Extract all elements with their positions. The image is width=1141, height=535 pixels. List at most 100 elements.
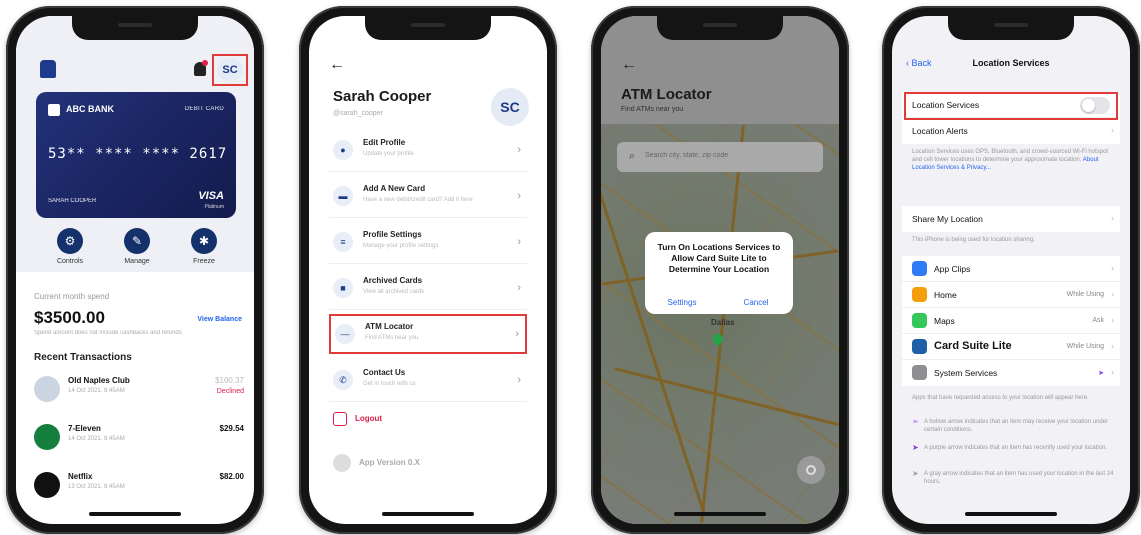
phone-profile: ← Sarah Cooper @sarah_cooper SC ● Edit P… — [299, 6, 557, 534]
row-label: Home — [934, 290, 957, 300]
table-row[interactable]: 7-Eleven 14 Oct 2021, 9:45AM $29.54 — [34, 422, 244, 456]
home-indicator[interactable] — [965, 512, 1057, 516]
row-label: App Clips — [934, 264, 971, 274]
home-indicator[interactable] — [674, 512, 766, 516]
table-row[interactable]: Old Naples Club 14 Oct 2021, 9:45AM $100… — [34, 374, 244, 408]
menu-title: Archived Cards — [363, 276, 423, 285]
atm-icon: — — [335, 324, 355, 344]
txn-date: 13 Oct 2021, 9:45AM — [68, 484, 125, 490]
location-services-screen: ‹ Back Location Services Location Servic… — [892, 16, 1130, 524]
menu-title: Add A New Card — [363, 184, 426, 193]
info-text: Location Services uses GPS, Bluetooth, a… — [912, 149, 1109, 163]
avatar[interactable]: SC — [217, 59, 243, 81]
menu-item-profile-settings[interactable]: ≡ Profile Settings Manage your profile s… — [329, 224, 527, 264]
menu-item-edit-profile[interactable]: ● Edit Profile Update your profile › — [329, 132, 527, 172]
txn-status: Declined — [216, 388, 244, 395]
location-permission-dialog: Turn On Locations Services to Allow Card… — [645, 232, 793, 314]
search-input[interactable]: ⌕ Search city, state, zip code — [617, 142, 823, 172]
menu-subtitle: Have a new debit/credit card? Add it her… — [363, 197, 473, 203]
logout-button[interactable]: Logout — [355, 414, 382, 423]
legend-item: ➤ A gray arrow indicates that an item ha… — [912, 470, 1116, 486]
card-holder: SARAH COOPER — [48, 198, 97, 204]
menu-item-add-card[interactable]: ▬ Add A New Card Have a new debit/credit… — [329, 178, 527, 218]
row-value: While Using — [1066, 343, 1104, 350]
txn-name: Old Naples Club — [68, 376, 130, 385]
back-arrow-icon[interactable]: ← — [621, 56, 637, 74]
app-row-home[interactable]: Home While Using › — [902, 282, 1120, 308]
map-city-label: Dallas — [711, 318, 735, 327]
app-row-system-services[interactable]: System Services ➤ › — [902, 360, 1120, 386]
snowflake-icon: ✱ — [191, 228, 217, 254]
location-alerts-row[interactable]: Location Alerts › — [902, 118, 1120, 144]
menu-item-archived-cards[interactable]: ■ Archived Cards View all archived cards… — [329, 270, 527, 310]
card-bank-name: ABC BANK — [66, 104, 114, 114]
home-indicator[interactable] — [89, 512, 181, 516]
row-value: While Using — [1066, 291, 1104, 298]
app-clips-icon — [912, 261, 927, 276]
chevron-right-icon: › — [517, 282, 521, 294]
txn-amount: $100.37 — [215, 376, 244, 385]
dialog-message: Turn On Locations Services to Allow Card… — [657, 242, 781, 274]
card-type: DEBIT CARD — [184, 106, 224, 112]
controls-button[interactable]: ⚙ Controls — [42, 228, 98, 265]
spend-amount: $3500.00 — [34, 308, 105, 327]
bank-logo-icon — [40, 60, 56, 78]
card-icon: ▬ — [333, 186, 353, 206]
profile-screen: ← Sarah Cooper @sarah_cooper SC ● Edit P… — [309, 16, 547, 524]
my-location-button[interactable] — [797, 456, 825, 484]
avatar-highlight[interactable]: SC — [212, 54, 248, 86]
app-row-maps[interactable]: Maps Ask › — [902, 308, 1120, 334]
app-row-card-suite-lite[interactable]: Card Suite Lite While Using › — [902, 334, 1120, 360]
chevron-right-icon: › — [1111, 315, 1114, 325]
chevron-right-icon: › — [1111, 125, 1114, 135]
menu-subtitle: View all archived cards — [363, 289, 425, 295]
notch — [72, 16, 198, 40]
atm-locator-screen: Dallas ← ATM Locator Find ATMs near you … — [601, 16, 839, 524]
debit-card[interactable]: ABC BANK DEBIT CARD 53** **** **** 2617 … — [36, 92, 236, 218]
page-title: ATM Locator — [621, 86, 712, 103]
menu-item-atm-locator[interactable]: — ATM Locator Find ATMs near you › — [329, 314, 527, 354]
phone-ios-settings: ‹ Back Location Services Location Servic… — [882, 6, 1140, 534]
gray-arrow-icon: ➤ — [912, 469, 919, 478]
manage-button[interactable]: ✎ Manage — [109, 228, 165, 265]
txn-amount: $29.54 — [219, 424, 244, 433]
maps-app-icon — [912, 313, 927, 328]
share-location-group: Share My Location › — [902, 206, 1120, 232]
phone-icon: ✆ — [333, 370, 353, 390]
legend-text: A gray arrow indicates that an item has … — [924, 471, 1114, 485]
action-label: Manage — [124, 258, 150, 265]
action-label: Controls — [56, 258, 84, 265]
chevron-right-icon: › — [517, 190, 521, 202]
settings-button[interactable]: Settings — [645, 292, 719, 314]
chevron-right-icon: › — [517, 236, 521, 248]
chevron-right-icon: › — [515, 328, 519, 340]
row-label: Card Suite Lite — [934, 340, 1012, 352]
txn-name: Netflix — [68, 472, 93, 481]
card-bank-icon — [48, 104, 60, 116]
chevron-right-icon: › — [1111, 341, 1114, 351]
card-actions: ⚙ Controls ✎ Manage ✱ Freeze — [42, 228, 232, 265]
search-placeholder: Search city, state, zip code — [645, 152, 729, 159]
menu-subtitle: Get in touch with us — [363, 381, 416, 387]
txn-amount: $82.00 — [219, 472, 244, 481]
person-icon: ● — [333, 140, 353, 160]
legend-text: A hollow arrow indicates that an item ma… — [924, 419, 1109, 433]
netflix-icon — [34, 472, 60, 498]
home-indicator[interactable] — [382, 512, 474, 516]
table-row[interactable]: Netflix 13 Oct 2021, 9:45AM $82.00 — [34, 470, 244, 504]
menu-title: ATM Locator — [365, 322, 414, 331]
purple-arrow-icon: ➤ — [912, 443, 919, 452]
share-note: This iPhone is being used for location s… — [912, 237, 1035, 243]
freeze-button[interactable]: ✱ Freeze — [176, 228, 232, 265]
cancel-button[interactable]: Cancel — [719, 292, 793, 314]
chevron-right-icon: › — [517, 144, 521, 156]
view-balance-link[interactable]: View Balance — [197, 316, 242, 323]
chevron-right-icon: › — [517, 374, 521, 386]
app-row-app-clips[interactable]: App Clips › — [902, 256, 1120, 282]
share-my-location-row[interactable]: Share My Location › — [902, 206, 1120, 232]
back-arrow-icon[interactable]: ← — [329, 56, 345, 74]
spend-note: Spend amount does not include cashbacks … — [34, 330, 182, 336]
menu-item-contact-us[interactable]: ✆ Contact Us Get in touch with us › — [329, 362, 527, 402]
settings-icon — [333, 454, 351, 472]
txn-date: 14 Oct 2021, 9:45AM — [68, 388, 125, 394]
